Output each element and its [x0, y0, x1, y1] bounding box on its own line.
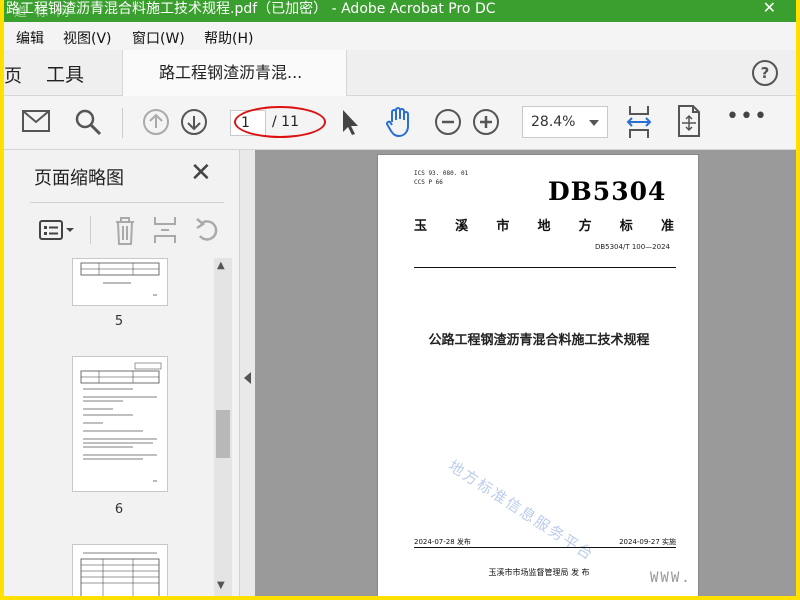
select-cursor-icon[interactable] [340, 108, 360, 136]
thumbnail-scrollbar[interactable]: ▲ ▼ [214, 258, 232, 596]
toolbar-separator [122, 108, 123, 138]
thumbnail-list: 5 6 [30, 258, 208, 596]
toolbar: 1 / 11 28.4% ••• [4, 96, 796, 150]
menu-view[interactable]: 视图(V) [63, 28, 112, 48]
scrollbar-thumb[interactable] [216, 410, 230, 458]
scroll-down-icon[interactable]: ▼ [217, 580, 225, 591]
tab-tools[interactable]: 工具 [46, 60, 84, 87]
zoom-out-icon[interactable] [434, 108, 462, 136]
page-thumbnail-7[interactable] [72, 544, 168, 596]
tab-home[interactable]: 页 [4, 62, 22, 88]
zoom-select[interactable]: 28.4% [522, 106, 608, 138]
heading-char: 地 [537, 219, 551, 234]
panel-toolbar [30, 210, 224, 250]
site-watermark: WWW. [650, 570, 692, 586]
heading-char: 方 [578, 219, 592, 234]
options-icon[interactable]: ••• [726, 104, 768, 129]
ccs-line: CCS P 66 [414, 179, 443, 186]
standard-code: DB5304 [548, 177, 667, 206]
tab-document[interactable]: 路工程钢渣沥青混... [122, 50, 347, 96]
heading-char: 标 [619, 219, 633, 234]
document-title: 公路工程钢渣沥青混合料施工技术规程 [428, 333, 650, 348]
thumbnail-preview [80, 362, 162, 482]
search-icon[interactable] [74, 108, 102, 136]
footer-rule [414, 547, 676, 548]
heading-char: 市 [496, 219, 510, 234]
page-thumbnail-6[interactable] [72, 356, 168, 492]
local-standard-heading: 玉 溪 市 地 方 标 准 [414, 215, 674, 234]
acrobat-window: 路工程钢渣沥青混合料施工技术规程.pdf（已加密） - Adobe Acroba… [4, 0, 796, 596]
close-panel-icon[interactable]: ✕ [190, 160, 212, 186]
hand-tool-icon[interactable] [384, 106, 414, 138]
scroll-up-icon[interactable]: ▲ [217, 260, 225, 271]
thumbnail-preview [80, 262, 160, 296]
menu-edit[interactable]: 编辑 [16, 28, 44, 48]
collapse-panel-icon[interactable] [244, 372, 251, 384]
trash-icon[interactable] [112, 214, 138, 246]
rotate-page-icon[interactable] [676, 104, 702, 138]
menu-bar: 编辑 视图(V) 窗口(W) 帮助(H) [4, 22, 796, 50]
document-view: ICS 93. 080. 01 CCS P 66 DB5304 玉 溪 市 地 … [255, 150, 796, 596]
ics-line: ICS 93. 080. 01 [414, 170, 469, 177]
header-rule [414, 267, 676, 268]
heading-char: 溪 [455, 219, 469, 234]
thumbnail-label-6: 6 [114, 502, 124, 517]
title-bar: 路工程钢渣沥青混合料施工技术规程.pdf（已加密） - Adobe Acroba… [4, 0, 796, 22]
close-window-icon[interactable]: ✕ [763, 0, 776, 17]
page-number-highlight [234, 106, 326, 138]
title-watermark: 道 标 网 [14, 5, 72, 20]
fit-page-icon[interactable] [626, 104, 652, 140]
thumbnail-preview [80, 552, 160, 596]
zoom-in-icon[interactable] [472, 108, 500, 136]
thumbnail-options-icon[interactable] [38, 216, 78, 244]
mail-icon[interactable] [22, 110, 50, 132]
menu-window[interactable]: 窗口(W) [132, 28, 185, 48]
next-page-icon[interactable] [180, 108, 208, 136]
page-thumbnails-panel: 页面缩略图 ✕ 5 6 ▲ ▼ [4, 150, 240, 596]
panel-collapse-strip[interactable] [240, 150, 255, 596]
extract-icon[interactable] [152, 214, 178, 246]
panel-title: 页面缩略图 [34, 168, 124, 189]
ics-code: ICS 93. 080. 01 CCS P 66 [414, 169, 468, 187]
document-watermark: 地方标准信息服务平台 [445, 456, 598, 565]
standard-number: DB5304/T 100—2024 [594, 243, 670, 251]
publish-date: 2024-07-28 发布 [414, 538, 471, 546]
panel-tool-separator [90, 216, 91, 244]
panel-divider [30, 202, 224, 203]
tab-bar: 页 工具 路工程钢渣沥青混... ? [4, 50, 796, 96]
prev-page-icon[interactable] [142, 108, 170, 136]
thumbnail-label-5: 5 [114, 314, 124, 329]
chevron-down-icon [589, 120, 599, 126]
implement-date: 2024-09-27 实施 [619, 538, 676, 546]
heading-char: 玉 [414, 219, 428, 234]
menu-help[interactable]: 帮助(H) [204, 28, 253, 48]
page-thumbnail-5[interactable] [72, 258, 168, 306]
undo-icon[interactable] [194, 216, 222, 244]
heading-char: 准 [660, 219, 674, 234]
zoom-value: 28.4% [531, 114, 576, 130]
pdf-page: ICS 93. 080. 01 CCS P 66 DB5304 玉 溪 市 地 … [377, 154, 699, 596]
help-icon[interactable]: ? [752, 60, 778, 86]
window-title: 路工程钢渣沥青混合料施工技术规程.pdf（已加密） - Adobe Acroba… [6, 1, 496, 17]
